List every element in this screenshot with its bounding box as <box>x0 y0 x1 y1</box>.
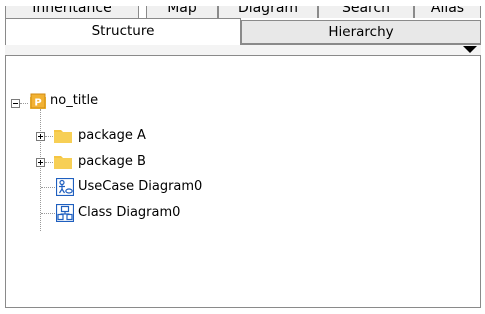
tree-connector-class <box>41 213 57 214</box>
tab-map[interactable]: Map <box>146 6 218 18</box>
tree-node-class-diagram-label: Class Diagram0 <box>78 205 181 220</box>
tree-node-usecase-diagram-label: UseCase Diagram0 <box>78 179 203 194</box>
top-tab-row: Inheritance Map Diagram Search Alias <box>5 6 481 18</box>
tab-search[interactable]: Search <box>318 6 414 18</box>
tab-hierarchy-label: Hierarchy <box>328 24 394 40</box>
tree-view[interactable]: P no_title package A package B UseCase D… <box>5 56 481 308</box>
expand-icon[interactable] <box>36 158 45 167</box>
tab-alias-label: Alias <box>430 6 465 16</box>
usecase-diagram-icon <box>56 178 74 196</box>
tab-diagram-label: Diagram <box>237 6 299 16</box>
folder-icon <box>54 130 72 143</box>
tab-structure[interactable]: Structure <box>5 18 241 45</box>
expand-icon[interactable] <box>36 132 45 141</box>
tab-inheritance-label: Inheritance <box>32 6 112 16</box>
tab-map-label: Map <box>167 6 197 16</box>
tree-connector-a <box>45 136 53 137</box>
tab-hierarchy[interactable]: Hierarchy <box>241 20 481 44</box>
dropdown-arrow-icon[interactable] <box>463 46 477 53</box>
tree-node-root-label: no_title <box>50 93 99 108</box>
tab-structure-label: Structure <box>91 23 155 39</box>
tree-connector-b <box>45 162 53 163</box>
main-tab-row: Structure Hierarchy <box>5 18 481 45</box>
class-diagram-icon <box>56 204 74 222</box>
tab-inheritance[interactable]: Inheritance <box>5 6 139 18</box>
package-root-icon: P <box>30 93 46 109</box>
tree-connector-root <box>20 103 28 104</box>
structure-panel: Inheritance Map Diagram Search Alias Str… <box>5 6 481 310</box>
collapse-icon[interactable] <box>11 99 20 108</box>
tree-connector-usecase <box>41 187 57 188</box>
toolbar-strip <box>5 45 481 56</box>
tab-diagram[interactable]: Diagram <box>218 6 318 18</box>
tab-search-label: Search <box>341 6 391 16</box>
tab-alias[interactable]: Alias <box>414 6 481 18</box>
svg-text:P: P <box>34 98 41 109</box>
folder-icon <box>54 156 72 169</box>
tree-node-package-a-label: package A <box>78 128 146 143</box>
tree-node-package-b-label: package B <box>78 154 146 169</box>
